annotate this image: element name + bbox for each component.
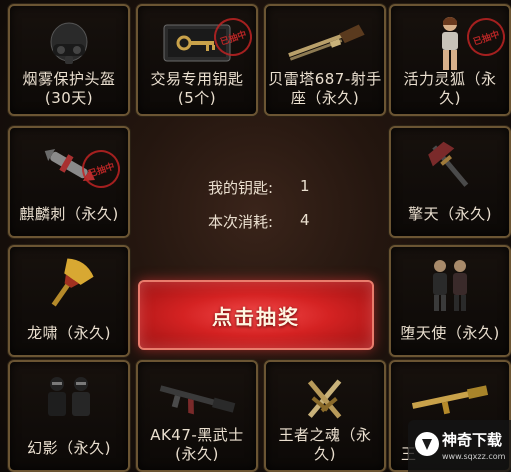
- prize-cell-beretta-687[interactable]: 贝雷塔687-射手 座（永久): [264, 4, 386, 116]
- prize-name: 麒麟刺（永久): [19, 205, 119, 223]
- prize-cell-qilin-thorn[interactable]: 已抽中 麒麟刺（永久): [8, 126, 130, 238]
- prize-cell-qingtian[interactable]: 擎天（永久): [389, 126, 511, 238]
- cost-label: 本次消耗:: [208, 213, 274, 231]
- prize-cell-phantom[interactable]: 幻影（永久): [8, 360, 130, 472]
- brand-logo-icon: [415, 432, 439, 456]
- prize-name: 贝雷塔687-射手 座（永久): [268, 70, 382, 107]
- watermark-url: www.sqxzz.com: [442, 452, 506, 461]
- prize-name: 王者之魂（永 久): [278, 426, 372, 463]
- axe-weapon-icon: [408, 136, 492, 194]
- prize-cell-king-soul[interactable]: 王者之魂（永 久): [264, 360, 386, 472]
- masked-soldiers-icon: [27, 370, 111, 428]
- prize-cell-vitality-fox[interactable]: 已抽中 活力灵狐（永 久): [389, 4, 511, 116]
- prize-name: 烟雾保护头盔 (30天): [22, 70, 116, 107]
- prize-name: 交易专用钥匙 (5个): [150, 70, 244, 107]
- cost-row: 本次消耗: 4: [208, 211, 310, 232]
- prize-cell-smoke-helmet[interactable]: 烟雾保护头盔 (30天): [8, 4, 130, 116]
- prize-cell-dragon-roar[interactable]: 龙啸（永久): [8, 245, 130, 357]
- shotgun-icon: [283, 14, 367, 72]
- my-keys-value: 1: [300, 177, 310, 195]
- prize-cell-ak47-black-warrior[interactable]: AK47-黑武士 (永久): [136, 360, 258, 472]
- crossed-blades-icon: [283, 370, 367, 428]
- rifle-icon: [155, 370, 239, 428]
- prize-name: 擎天（永久): [408, 205, 492, 223]
- my-keys-label: 我的钥匙:: [208, 179, 274, 197]
- prize-name: 龙啸（永久): [27, 324, 111, 342]
- watermark: 神奇下载 www.sqxzz.com: [408, 420, 511, 472]
- watermark-title: 神奇下载: [442, 431, 503, 449]
- prize-name: 堕天使（永久): [400, 324, 500, 342]
- my-keys-row: 我的钥匙: 1: [208, 177, 310, 198]
- prize-name: 幻影（永久): [27, 439, 111, 457]
- cost-value: 4: [300, 211, 310, 229]
- helmet-icon: [27, 14, 111, 72]
- golden-axe-icon: [27, 255, 111, 313]
- draw-button[interactable]: 点击抽奖: [138, 280, 374, 350]
- prize-cell-trade-key[interactable]: 已抽中 交易专用钥匙 (5个): [136, 4, 258, 116]
- prize-name: AK47-黑武士 (永久): [150, 426, 244, 463]
- prize-name: 活力灵狐（永 久): [403, 70, 497, 107]
- prize-cell-fallen-angel[interactable]: 堕天使（永久): [389, 245, 511, 357]
- soldiers-icon: [408, 255, 492, 313]
